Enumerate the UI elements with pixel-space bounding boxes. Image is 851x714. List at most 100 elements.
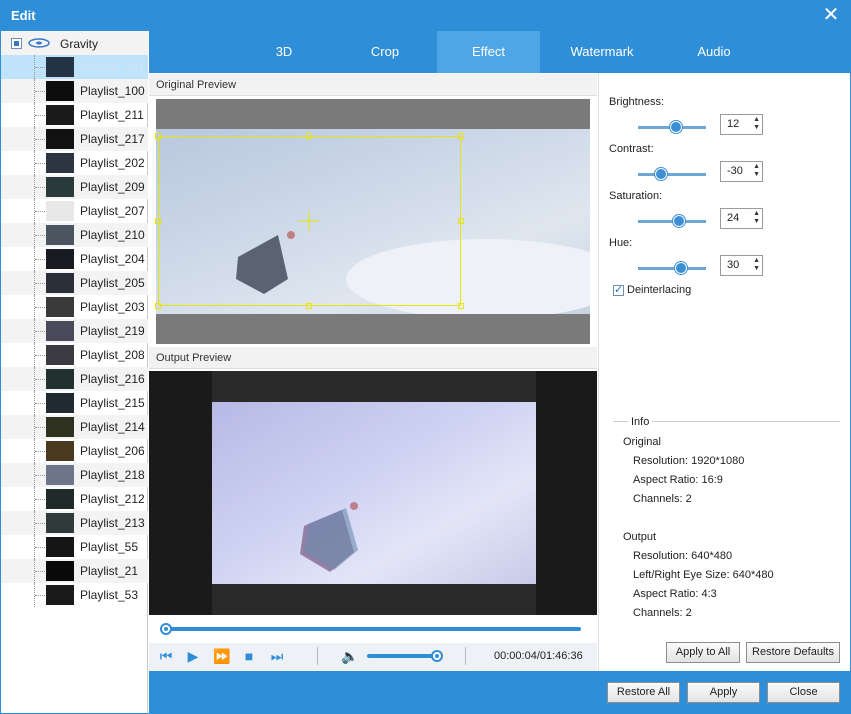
playlist-thumbnail (46, 369, 74, 389)
crop-handle[interactable] (155, 218, 161, 224)
sidebar-item-label: Playlist_216 (80, 372, 145, 386)
sidebar-item-playlist_21[interactable]: Playlist_21 (1, 559, 148, 583)
sidebar-item-label: Playlist_21 (80, 564, 139, 578)
playlist-thumbnail (46, 153, 74, 173)
hue-spinner[interactable]: 30 ▲ ▼ (720, 255, 763, 276)
tree-line (35, 499, 45, 500)
fast-forward-icon[interactable]: ⏩ (213, 648, 230, 664)
volume-slider[interactable] (367, 654, 437, 658)
speaker-icon[interactable]: 🔈 (341, 648, 358, 664)
close-icon[interactable]: ✕ (821, 5, 841, 25)
crop-handle[interactable] (306, 133, 312, 139)
separator (317, 647, 318, 665)
playlist-thumbnail (46, 105, 74, 125)
crop-handle[interactable] (458, 218, 464, 224)
tab-watermark[interactable]: Watermark (554, 31, 650, 73)
brightness-slider[interactable] (638, 120, 706, 134)
playlist-thumbnail (46, 393, 74, 413)
tab-audio[interactable]: Audio (669, 31, 759, 73)
apply-to-all-button[interactable]: Apply to All (666, 642, 740, 663)
crop-handle[interactable] (155, 133, 161, 139)
original-aspect: Aspect Ratio: 16:9 (633, 474, 723, 486)
playlist-thumbnail (46, 561, 74, 581)
restore-all-button[interactable]: Restore All (607, 682, 680, 703)
output-scene (300, 502, 358, 572)
hue-slider[interactable] (638, 261, 706, 275)
saturation-spinner[interactable]: 24 ▲ ▼ (720, 208, 763, 229)
previous-icon[interactable]: ⏮ (158, 648, 174, 664)
sidebar-item-playlist_214[interactable]: Playlist_214 (1, 415, 148, 439)
sidebar-item-playlist_202[interactable]: Playlist_202 (1, 151, 148, 175)
sidebar-root-label: Gravity (60, 37, 99, 51)
sidebar-item-playlist_203[interactable]: Playlist_203 (1, 295, 148, 319)
deinterlacing-checkbox[interactable] (613, 283, 624, 296)
sidebar-item-playlist_55[interactable]: Playlist_55 (1, 535, 148, 559)
tab-3d[interactable]: 3D (238, 31, 330, 73)
info-title: Info (628, 416, 653, 428)
sidebar-item-playlist_215[interactable]: Playlist_215 (1, 391, 148, 415)
playlist-thumbnail (46, 345, 74, 365)
contrast-spinner[interactable]: -30 ▲ ▼ (720, 161, 763, 182)
tree-line (35, 67, 45, 68)
sidebar-item-playlist_209[interactable]: Playlist_209 (1, 175, 148, 199)
sidebar-item-playlist_100[interactable]: Playlist_100 (1, 79, 148, 103)
seek-bar[interactable] (166, 627, 581, 631)
sidebar-item-playlist_212[interactable]: Playlist_212 (1, 487, 148, 511)
playlist-thumbnail (46, 57, 74, 77)
tree-line (35, 571, 45, 572)
tree-line (35, 379, 45, 380)
sidebar-item-playlist_53[interactable]: Playlist_53 (1, 583, 148, 607)
close-button[interactable]: Close (767, 682, 840, 703)
sidebar-item-playlist_216[interactable]: Playlist_216 (1, 367, 148, 391)
sidebar-item-label: Playlist_210 (80, 228, 145, 242)
volume-handle[interactable] (431, 650, 443, 662)
sidebar-item-label: Playlist_55 (80, 540, 139, 554)
output-frame (212, 402, 536, 584)
play-icon[interactable]: ▶ (185, 648, 201, 664)
tree-line (35, 331, 45, 332)
crop-handle[interactable] (458, 133, 464, 139)
sidebar-item-playlist_204[interactable]: Playlist_204 (1, 247, 148, 271)
sidebar-item-playlist_219[interactable]: Playlist_219 (1, 319, 148, 343)
apply-button[interactable]: Apply (687, 682, 760, 703)
sidebar-root[interactable]: Gravity (1, 31, 148, 55)
next-icon[interactable]: ⏭ (269, 648, 285, 664)
tree-line (35, 355, 45, 356)
seek-handle[interactable] (160, 623, 172, 635)
sidebar-item-playlist_217[interactable]: Playlist_217 (1, 127, 148, 151)
root-checkbox[interactable] (11, 38, 22, 49)
tab-crop[interactable]: Crop (339, 31, 431, 73)
brightness-spinner[interactable]: 12 ▲ ▼ (720, 114, 763, 135)
output-channels: Channels: 2 (633, 607, 692, 619)
sidebar-item-label: Playlist_215 (80, 396, 145, 410)
tab-effect[interactable]: Effect (437, 31, 540, 73)
playlist-thumbnail (46, 321, 74, 341)
contrast-slider[interactable] (638, 167, 706, 181)
tab-bar: 3D Crop Effect Watermark Audio (149, 31, 850, 73)
restore-defaults-button[interactable]: Restore Defaults (746, 642, 840, 663)
stop-icon[interactable]: ■ (241, 648, 257, 664)
crop-handle[interactable] (155, 303, 161, 309)
crop-handle[interactable] (458, 303, 464, 309)
crop-handle[interactable] (306, 303, 312, 309)
sidebar-item-playlist_207[interactable]: Playlist_207 (1, 199, 148, 223)
sidebar-item-playlist_208[interactable]: Playlist_208 (1, 343, 148, 367)
output-eye-size: Left/Right Eye Size: 640*480 (633, 569, 774, 581)
tree-line (35, 211, 45, 212)
sidebar-item-label: Playlist_53 (80, 588, 139, 602)
sidebar-item-label: Playlist_208 (80, 348, 145, 362)
crosshair-icon[interactable] (299, 211, 319, 231)
sidebar-item-playlist_205[interactable]: Playlist_205 (1, 271, 148, 295)
sidebar-item-playlist_213[interactable]: Playlist_213 (1, 511, 148, 535)
tree-line (35, 403, 45, 404)
deinterlacing-label: Deinterlacing (627, 284, 692, 296)
sidebar-item-playlist_211[interactable]: Playlist_211 (1, 103, 148, 127)
saturation-slider[interactable] (638, 214, 706, 228)
playlist-thumbnail (46, 273, 74, 293)
sidebar-item-playlist_201[interactable]: Playlist_201 (1, 55, 148, 79)
sidebar-item-playlist_210[interactable]: Playlist_210 (1, 223, 148, 247)
sidebar-item-playlist_206[interactable]: Playlist_206 (1, 439, 148, 463)
sidebar-item-playlist_218[interactable]: Playlist_218 (1, 463, 148, 487)
separator (465, 647, 466, 665)
contrast-label: Contrast: (609, 143, 654, 155)
